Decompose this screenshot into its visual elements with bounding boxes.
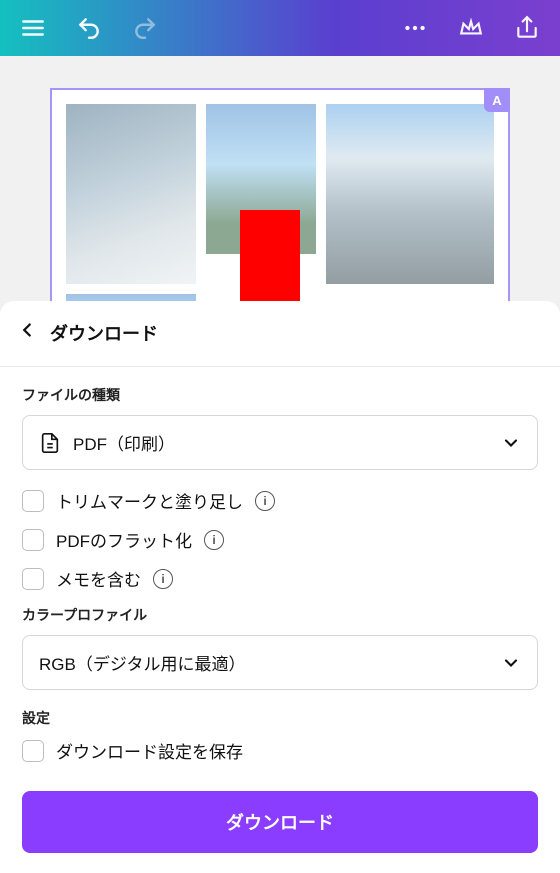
filetype-label: ファイルの種類: [22, 385, 538, 405]
chevron-down-icon: [501, 653, 521, 673]
chevron-down-icon: [501, 433, 521, 453]
crown-icon[interactable]: [452, 9, 490, 47]
save-settings-checkbox[interactable]: [22, 740, 44, 762]
memo-checkbox[interactable]: [22, 568, 44, 590]
menu-icon[interactable]: [14, 9, 52, 47]
flatten-label: PDFのフラット化: [56, 527, 192, 552]
flatten-row: PDFのフラット化 i: [22, 527, 538, 552]
back-icon[interactable]: [12, 315, 42, 350]
accessibility-badge: A: [484, 88, 510, 112]
settings-label: 設定: [22, 708, 538, 728]
trim-marks-label: トリムマークと塗り足し: [56, 488, 243, 513]
sheet-title: ダウンロード: [50, 320, 158, 346]
save-settings-row: ダウンロード設定を保存: [22, 738, 538, 763]
share-icon[interactable]: [508, 9, 546, 47]
save-settings-label: ダウンロード設定を保存: [56, 738, 243, 763]
photo-thumbnail[interactable]: [326, 104, 494, 284]
photo-thumbnail[interactable]: [206, 104, 316, 254]
info-icon[interactable]: i: [153, 569, 173, 589]
info-icon[interactable]: i: [255, 491, 275, 511]
colorprofile-label: カラープロファイル: [22, 605, 538, 625]
filetype-select[interactable]: PDF（印刷）: [22, 415, 538, 470]
undo-icon[interactable]: [70, 9, 108, 47]
editor-toolbar: [0, 0, 560, 56]
trim-marks-row: トリムマークと塗り足し i: [22, 488, 538, 513]
download-button[interactable]: ダウンロード: [22, 791, 538, 853]
filetype-value: PDF（印刷）: [73, 430, 175, 455]
more-icon[interactable]: [396, 9, 434, 47]
memo-label: メモを含む: [56, 566, 141, 591]
memo-row: メモを含む i: [22, 566, 538, 591]
trim-marks-checkbox[interactable]: [22, 490, 44, 512]
info-icon[interactable]: i: [204, 530, 224, 550]
colorprofile-select[interactable]: RGB（デジタル用に最適）: [22, 635, 538, 690]
sheet-header: ダウンロード: [0, 301, 560, 367]
file-icon: [39, 432, 61, 454]
colorprofile-value: RGB（デジタル用に最適）: [39, 650, 246, 675]
flatten-checkbox[interactable]: [22, 529, 44, 551]
photo-thumbnail[interactable]: [66, 104, 196, 284]
redo-icon[interactable]: [126, 9, 164, 47]
download-sheet: ダウンロード ファイルの種類 PDF（印刷） トリムマークと塗り足し i PDF…: [0, 301, 560, 873]
